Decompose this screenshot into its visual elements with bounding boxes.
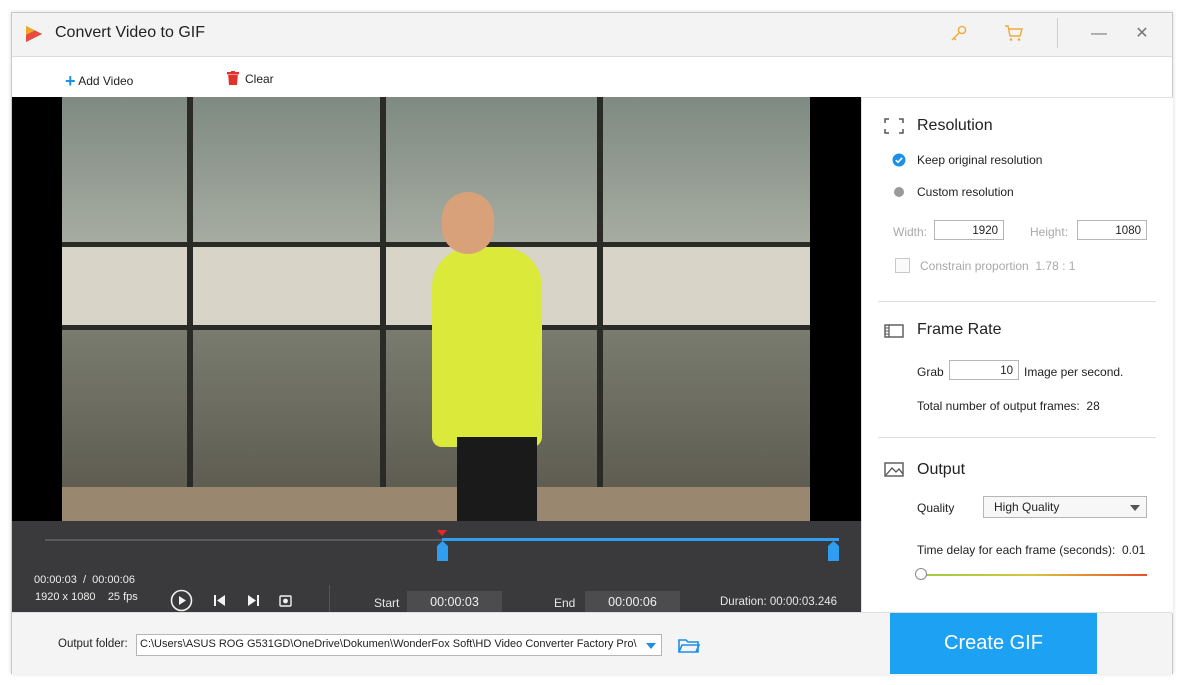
duration-label: Duration: bbox=[720, 596, 767, 608]
frame-rate-icon bbox=[884, 324, 904, 338]
output-folder-path: C:\Users\ASUS ROG G531GD\OneDrive\Dokume… bbox=[140, 638, 637, 650]
current-time: 00:00:03 bbox=[34, 574, 77, 586]
create-gif-button[interactable]: Create GIF bbox=[890, 613, 1097, 674]
toolbar: + Add Video Clear bbox=[12, 57, 1172, 97]
duration-readout: Duration: 00:00:03.246 bbox=[720, 596, 837, 608]
height-field[interactable]: 1080 bbox=[1077, 220, 1147, 240]
app-window: Convert Video to GIF — ✕ + Add Video Cle… bbox=[11, 12, 1173, 674]
custom-resolution-radio[interactable] bbox=[892, 185, 906, 199]
height-label: Height: bbox=[1030, 225, 1069, 239]
key-icon[interactable] bbox=[950, 24, 968, 42]
frame-rate-title: Frame Rate bbox=[917, 321, 1002, 338]
delay-value: 0.01 bbox=[1121, 543, 1146, 557]
minimize-icon[interactable]: — bbox=[1087, 23, 1111, 45]
start-label: Start bbox=[374, 596, 400, 610]
start-time-field[interactable]: 00:00:03 bbox=[407, 591, 502, 613]
keep-original-label[interactable]: Keep original resolution bbox=[917, 153, 1042, 167]
quality-label: Quality bbox=[917, 501, 955, 515]
play-icon[interactable] bbox=[170, 589, 193, 612]
width-label: Width: bbox=[893, 225, 928, 239]
output-title: Output bbox=[917, 461, 966, 478]
constrain-checkbox[interactable] bbox=[895, 258, 910, 273]
custom-resolution-label[interactable]: Custom resolution bbox=[917, 185, 1014, 199]
video-info: 1920 x 1080 25 fps bbox=[35, 591, 138, 603]
delay-slider-thumb[interactable] bbox=[915, 568, 927, 580]
dropdown-arrow-icon bbox=[1130, 505, 1140, 511]
app-logo-icon bbox=[26, 26, 42, 42]
range-start-handle[interactable] bbox=[437, 541, 448, 561]
playhead-marker[interactable] bbox=[437, 530, 447, 536]
timeline-selection bbox=[442, 538, 839, 541]
video-frame bbox=[62, 97, 810, 521]
constrain-label: Constrain proportion 1.78 : 1 bbox=[920, 259, 1076, 273]
total-time: 00:00:06 bbox=[92, 574, 135, 586]
plus-icon: + bbox=[65, 71, 76, 91]
folder-icon[interactable] bbox=[678, 637, 700, 654]
bottom-bar: Output folder: C:\Users\ASUS ROG G531GD\… bbox=[12, 612, 1172, 674]
previous-frame-icon[interactable] bbox=[213, 594, 226, 607]
player-controls: 00:00:03 / 00:00:06 1920 x 1080 25 fps S… bbox=[12, 521, 861, 613]
resolution-icon bbox=[884, 118, 904, 134]
delay-label: Time delay for each frame (seconds): 0.0… bbox=[917, 543, 1146, 557]
end-label: End bbox=[554, 596, 576, 610]
close-icon[interactable]: ✕ bbox=[1130, 23, 1154, 45]
aspect-ratio: 1.78 : 1 bbox=[1035, 259, 1076, 273]
dropdown-arrow-icon bbox=[646, 643, 656, 649]
total-frames-value: 28 bbox=[1086, 399, 1100, 413]
snapshot-icon[interactable] bbox=[279, 594, 292, 607]
clear-label: Clear bbox=[245, 72, 274, 86]
output-icon bbox=[884, 462, 904, 477]
duration-value: 00:00:03.246 bbox=[769, 596, 838, 608]
trash-icon bbox=[227, 71, 239, 85]
delay-slider-track[interactable] bbox=[919, 574, 1147, 576]
per-second-label: Image per second. bbox=[1024, 365, 1124, 379]
settings-panel: Resolution Keep original resolution Cust… bbox=[861, 97, 1173, 613]
title-separator bbox=[1057, 18, 1058, 48]
range-end-handle[interactable] bbox=[828, 541, 839, 561]
quality-select[interactable]: High Quality bbox=[983, 496, 1147, 518]
window-title: Convert Video to GIF bbox=[55, 24, 205, 41]
next-frame-icon[interactable] bbox=[247, 594, 260, 607]
section-divider bbox=[878, 437, 1156, 438]
output-folder-select[interactable]: C:\Users\ASUS ROG G531GD\OneDrive\Dokume… bbox=[136, 634, 662, 656]
keep-original-radio[interactable] bbox=[892, 153, 906, 167]
time-readout: 00:00:03 / 00:00:06 bbox=[34, 574, 135, 586]
add-video-label: Add Video bbox=[78, 74, 134, 88]
title-bar: Convert Video to GIF — ✕ bbox=[12, 13, 1172, 57]
quality-value: High Quality bbox=[994, 500, 1060, 514]
grab-field[interactable]: 10 bbox=[949, 360, 1019, 380]
cart-icon[interactable] bbox=[1004, 24, 1024, 42]
video-fps: 25 fps bbox=[107, 591, 138, 603]
video-preview[interactable] bbox=[12, 97, 861, 521]
clear-button[interactable]: Clear bbox=[227, 69, 274, 86]
width-field[interactable]: 1920 bbox=[934, 220, 1004, 240]
output-folder-label: Output folder: bbox=[58, 638, 128, 650]
total-frames: Total number of output frames: 28 bbox=[917, 399, 1100, 413]
video-resolution: 1920 x 1080 bbox=[35, 591, 96, 603]
add-video-button[interactable]: + Add Video bbox=[65, 69, 134, 91]
grab-label: Grab bbox=[917, 365, 944, 379]
section-divider bbox=[878, 301, 1156, 302]
resolution-title: Resolution bbox=[917, 117, 993, 134]
end-time-field[interactable]: 00:00:06 bbox=[585, 591, 680, 613]
